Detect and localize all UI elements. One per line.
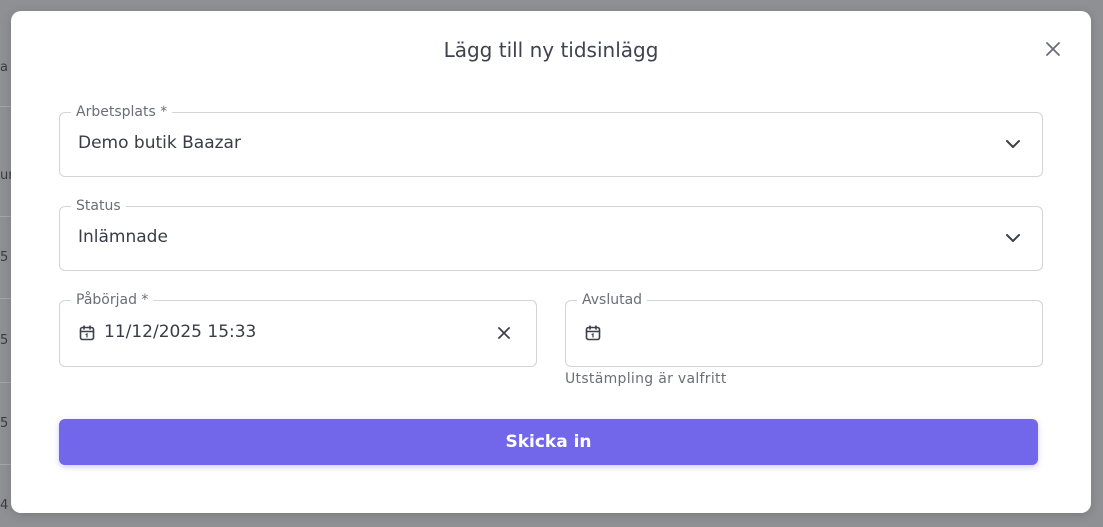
submit-button[interactable]: Skicka in <box>59 419 1038 465</box>
workplace-value: Demo butik Baazar <box>78 133 241 153</box>
background-text: 5 <box>0 416 9 431</box>
background-text: a <box>0 60 8 75</box>
ended-helper-text: Utstämpling är valfritt <box>565 371 727 387</box>
status-value: Inlämnade <box>78 227 168 247</box>
calendar-icon <box>79 325 95 341</box>
background-text: 4 <box>0 498 9 513</box>
started-value: 11/12/2025 15:33 <box>104 322 257 342</box>
background-text: 5 <box>0 333 9 348</box>
status-select[interactable]: Status Inlämnade <box>59 197 1043 271</box>
add-time-entry-dialog: Lägg till ny tidsinlägg Arbetsplats * De… <box>11 11 1091 513</box>
ended-datetime-field[interactable]: Avslutad <box>565 291 1043 367</box>
calendar-icon <box>585 325 601 341</box>
started-datetime-field[interactable]: Påbörjad * 11/12/2025 15:33 <box>59 291 537 367</box>
workplace-label: Arbetsplats * <box>71 103 173 121</box>
ended-label: Avslutad <box>577 291 648 309</box>
close-icon <box>1046 42 1060 56</box>
clear-icon[interactable] <box>496 325 512 341</box>
chevron-down-icon <box>1006 234 1020 242</box>
started-label: Påbörjad * <box>71 291 154 309</box>
workplace-select[interactable]: Arbetsplats * Demo butik Baazar <box>59 103 1043 177</box>
dialog-title: Lägg till ny tidsinlägg <box>443 38 659 62</box>
chevron-down-icon <box>1006 140 1020 148</box>
status-label: Status <box>71 197 126 215</box>
background-text: 5 <box>0 250 9 265</box>
close-button[interactable] <box>1042 38 1064 60</box>
